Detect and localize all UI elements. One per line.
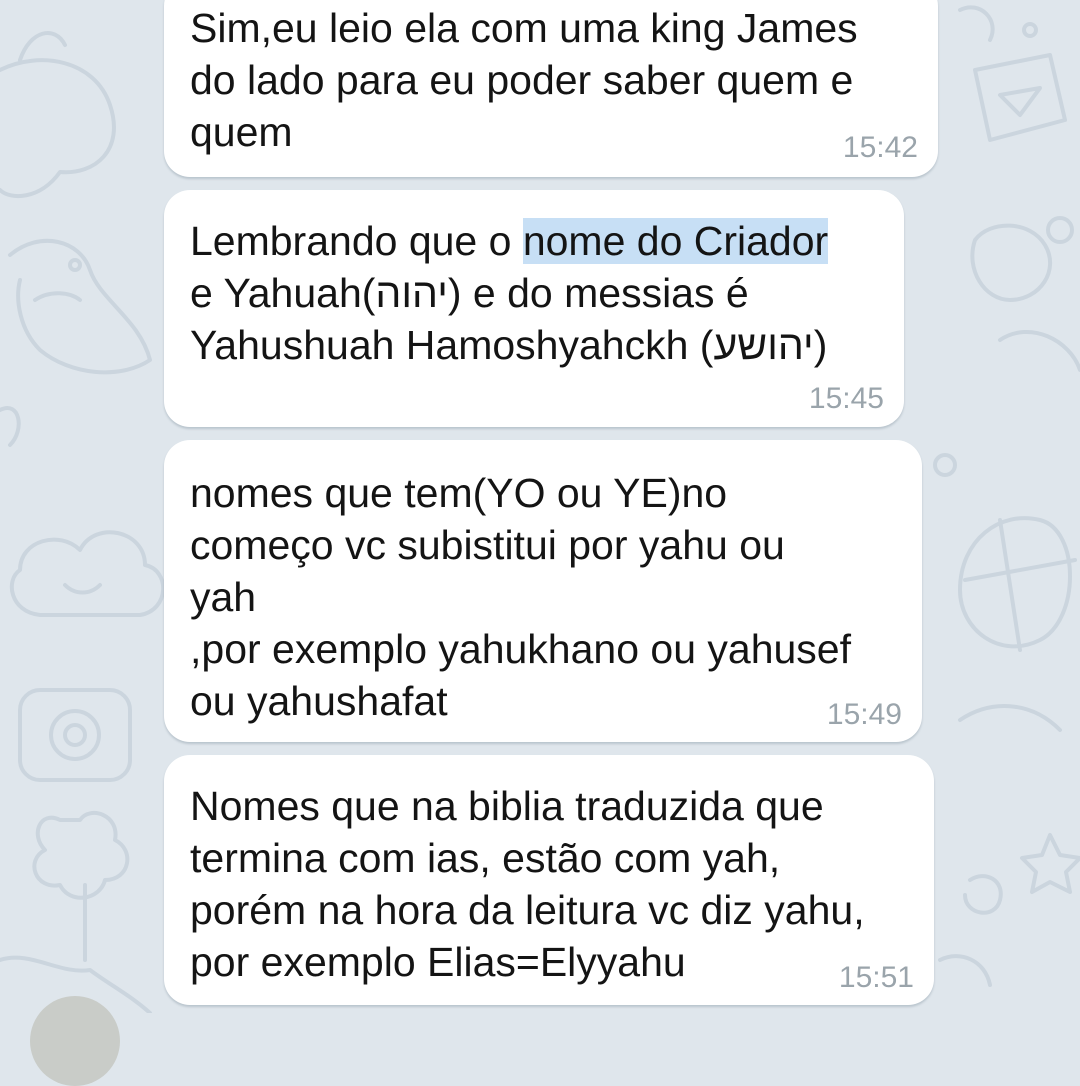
message-line: yah [190,574,257,620]
message-line: começo vc subistitui por yahu ou [190,522,785,568]
message-bubble[interactable]: Sim,eu leio ela com uma king James do lad… [164,0,938,177]
avatar[interactable] [30,996,120,1086]
message-text: nomes que tem(YO ou YE)no começo vc subis… [190,467,851,727]
message-text: Sim,eu leio ela com uma king James do lad… [190,2,858,158]
selected-text-highlight[interactable]: nome do Criador [522,218,829,264]
mug-doodle-icon [973,53,1067,142]
message-line: nomes que tem(YO ou YE)no [190,470,728,516]
message-line: termina com ias, estão com yah, [190,835,781,881]
message-timestamp: 15:45 [808,382,884,415]
message-timestamp: 15:42 [842,131,918,164]
message-bubble[interactable]: Lembrando que o nome do Criador e Yahuah(… [164,190,904,427]
tree-doodle-icon [32,810,130,900]
message-timestamp: 15:49 [826,698,902,731]
message-line: Lembrando que o nome do Criador [190,215,829,267]
message-bubble[interactable]: nomes que tem(YO ou YE)no começo vc subis… [164,440,922,742]
message-line: e Yahuah(יהוה) e do messias é [190,270,749,316]
camera-doodle-icon [18,688,132,782]
message-line: porém na hora da leitura vc diz yahu, [190,887,865,933]
rabbit-doodle-icon [0,58,116,198]
message-bubble[interactable]: Nomes que na biblia traduzida que termina… [164,755,934,1005]
message-line: Sim,eu leio ela com uma king James [190,5,858,51]
message-timestamp: 15:51 [838,961,914,994]
star-doodle-icon [1020,833,1080,894]
message-line: quem [190,109,293,155]
message-line-text: Lembrando que o [190,218,523,264]
message-line: ou yahushafat [190,678,448,724]
message-line: Yahushuah Hamoshyahckh (יהושע) [190,322,828,368]
cloud-doodle-icon [9,530,166,617]
message-line: por exemplo Elias=Elyyahu [190,939,686,985]
message-line: ,por exemplo yahukhano ou yahusef [190,626,852,672]
message-line: do lado para eu poder saber quem e [190,57,854,103]
paw-doodle-icon [970,223,1052,302]
message-line: Nomes que na biblia traduzida que [190,783,824,829]
message-text: Lembrando que o nome do Criador e Yahuah(… [190,215,829,371]
message-text: Nomes que na biblia traduzida que termina… [190,780,865,988]
